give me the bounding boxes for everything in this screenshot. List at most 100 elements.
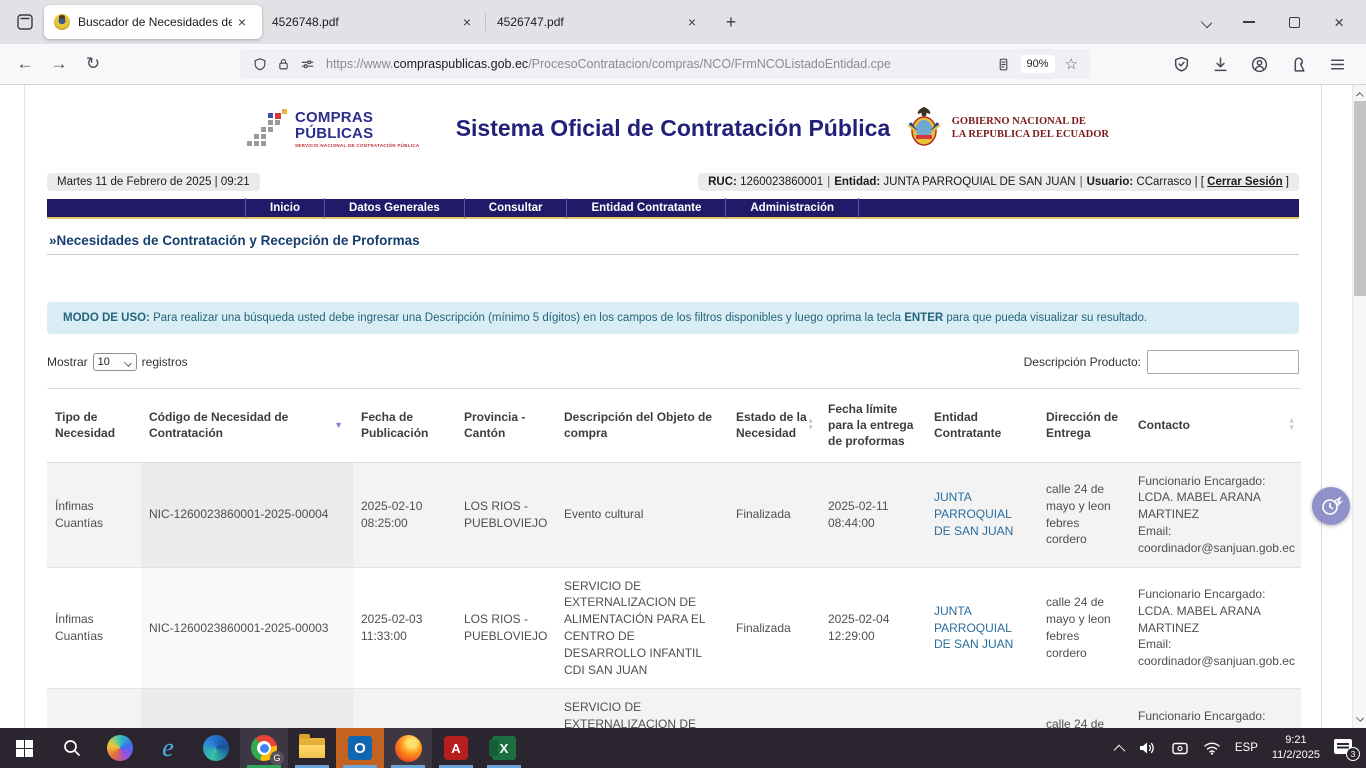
taskbar-excel-button[interactable]: X bbox=[480, 728, 528, 768]
col-header-estado[interactable]: Estado de la Necesidad▲▼ bbox=[728, 389, 820, 463]
new-tab-button[interactable]: + bbox=[716, 7, 746, 37]
tab-close-icon[interactable]: × bbox=[682, 12, 702, 32]
volume-icon[interactable] bbox=[1138, 740, 1157, 756]
cell-entidad: JUNTA PARROQUIAL DE SAN JUAN bbox=[926, 689, 1038, 728]
taskbar-acrobat-button[interactable]: A bbox=[432, 728, 480, 768]
logout-link[interactable]: Cerrar Sesión bbox=[1207, 176, 1282, 188]
start-button[interactable] bbox=[0, 728, 48, 768]
cell-estado: Finalizada bbox=[728, 567, 820, 689]
nav-item-consultar[interactable]: Consultar bbox=[464, 198, 567, 218]
nav-item-datos-generales[interactable]: Datos Generales bbox=[324, 198, 464, 218]
logo-tagline: SERVICIO NACIONAL DE CONTRATACIÓN PÚBLIC… bbox=[295, 143, 419, 148]
downloads-icon[interactable] bbox=[1212, 56, 1229, 73]
browser-tab-active[interactable]: Buscador de Necesidades de C × bbox=[44, 5, 262, 39]
show-label: Mostrar bbox=[47, 355, 88, 369]
nav-item-administracion[interactable]: Administración bbox=[725, 198, 859, 218]
tab-close-icon[interactable]: × bbox=[232, 12, 252, 32]
window-maximize-button[interactable] bbox=[1289, 17, 1300, 28]
url-bar[interactable]: https://www.compraspublicas.gob.ec/Proce… bbox=[240, 49, 1090, 79]
nav-item-entidad-contratante[interactable]: Entidad Contratante bbox=[566, 198, 725, 218]
page-scrollbar[interactable] bbox=[1352, 85, 1366, 728]
entidad-link[interactable]: JUNTA PARROQUIAL DE SAN JUAN bbox=[934, 726, 1013, 728]
col-header-provincia[interactable]: Provincia - Cantón bbox=[456, 389, 556, 463]
tray-show-hidden-icons-icon[interactable] bbox=[1113, 744, 1125, 756]
menu-hamburger-icon[interactable] bbox=[1329, 56, 1346, 73]
cell-direccion: calle 24 de mayo y leon febres cordero bbox=[1038, 689, 1130, 728]
records-per-page-select[interactable]: 10 bbox=[93, 353, 137, 371]
reload-button[interactable]: ↻ bbox=[78, 49, 108, 79]
page-viewport: COMPRAS PÚBLICAS SERVICIO NACIONAL DE CO… bbox=[0, 85, 1366, 728]
window-minimize-button[interactable] bbox=[1243, 21, 1255, 23]
forward-button[interactable]: → bbox=[44, 49, 74, 79]
reader-view-icon[interactable] bbox=[997, 57, 1010, 72]
cell-tipo: Ínfimas Cuantías bbox=[47, 462, 141, 567]
page-zoom-indicator[interactable]: 90% bbox=[1021, 55, 1055, 73]
col-header-descripcion[interactable]: Descripción del Objeto de compra bbox=[556, 389, 728, 463]
taskbar-file-explorer-button[interactable] bbox=[288, 728, 336, 768]
notification-center-button[interactable]: 3 bbox=[1334, 739, 1356, 757]
col-header-entidad[interactable]: Entidad Contratante bbox=[926, 389, 1038, 463]
browser-tab-pdf-2[interactable]: 4526747.pdf × bbox=[487, 5, 712, 39]
cell-codigo: NIC-1260023860001-2025-00003 bbox=[141, 567, 353, 689]
col-header-fecha-limite[interactable]: Fecha límite para la entrega de proforma… bbox=[820, 389, 926, 463]
list-all-tabs-icon[interactable] bbox=[1201, 16, 1213, 28]
cell-descripcion: SERVICIO DE EXTERNALIZACION DE ALIMENTAC… bbox=[556, 567, 728, 689]
copilot-icon bbox=[107, 735, 133, 761]
scrollbar-down-icon[interactable] bbox=[1353, 712, 1366, 726]
firefox-icon bbox=[395, 735, 422, 762]
system-tray: ESP 9:21 11/2/2025 3 bbox=[1115, 728, 1366, 768]
col-header-tipo[interactable]: Tipo de Necesidad bbox=[47, 389, 141, 463]
taskbar-firefox-button[interactable] bbox=[384, 728, 432, 768]
lock-icon[interactable] bbox=[277, 57, 290, 71]
meet-now-icon[interactable] bbox=[1171, 741, 1189, 756]
datetime-badge: Martes 11 de Febrero de 2025 | 09:21 bbox=[47, 173, 260, 191]
taskbar-edge-button[interactable] bbox=[192, 728, 240, 768]
col-header-codigo[interactable]: Código de Necesidad de Contratación▼ bbox=[141, 389, 353, 463]
firefox-view-button[interactable] bbox=[10, 7, 40, 37]
language-indicator[interactable]: ESP bbox=[1235, 742, 1258, 754]
file-explorer-icon bbox=[299, 738, 325, 758]
account-icon[interactable] bbox=[1251, 56, 1268, 73]
bookmark-star-icon[interactable]: ☆ bbox=[1065, 55, 1078, 73]
cell-contacto: Funcionario Encargado:LCDA. MABEL ARANA … bbox=[1130, 567, 1301, 689]
taskbar-clock[interactable]: 9:21 11/2/2025 bbox=[1272, 733, 1320, 763]
taskbar-internet-explorer-button[interactable]: e bbox=[144, 728, 192, 768]
col-header-direccion[interactable]: Dirección de Entrega bbox=[1038, 389, 1130, 463]
cell-direccion: calle 24 de mayo y leon febres cordero bbox=[1038, 567, 1130, 689]
table-row: Ínfimas Cuantías NIC-1260023860001-2025-… bbox=[47, 689, 1301, 728]
scrollbar-up-icon[interactable] bbox=[1353, 87, 1366, 101]
cell-contacto: Funcionario Encargado:LCDA. MABEL ARANA … bbox=[1130, 689, 1301, 728]
browser-tab-pdf-1[interactable]: 4526748.pdf × bbox=[262, 5, 487, 39]
permissions-icon[interactable] bbox=[300, 57, 315, 71]
extensions-icon[interactable] bbox=[1290, 56, 1307, 73]
sort-both-icon: ▲▼ bbox=[1288, 419, 1295, 432]
protections-shield-icon[interactable] bbox=[1173, 56, 1190, 73]
entidad-link[interactable]: JUNTA PARROQUIAL DE SAN JUAN bbox=[934, 490, 1013, 538]
cell-fecha-publicacion: 2025-02-03 11:33:00 bbox=[353, 567, 456, 689]
nav-item-inicio[interactable]: Inicio bbox=[245, 198, 324, 218]
scrollbar-thumb[interactable] bbox=[1354, 101, 1366, 296]
taskbar-search-button[interactable] bbox=[48, 728, 96, 768]
site-header: COMPRAS PÚBLICAS SERVICIO NACIONAL DE CO… bbox=[47, 85, 1299, 173]
product-description-input[interactable] bbox=[1147, 350, 1299, 374]
main-navigation: Inicio Datos Generales Consultar Entidad… bbox=[47, 199, 1299, 219]
browser-tab-bar: Buscador de Necesidades de C × 4526748.p… bbox=[0, 0, 1366, 44]
usage-instructions-box: MODO DE USO: Para realizar una búsqueda … bbox=[47, 302, 1299, 334]
toolbar-right-icons bbox=[1173, 56, 1356, 73]
window-close-button[interactable]: × bbox=[1334, 14, 1344, 31]
ecuador-coat-of-arms-icon bbox=[904, 105, 944, 151]
taskbar-copilot-button[interactable] bbox=[96, 728, 144, 768]
col-header-contacto[interactable]: Contacto▲▼ bbox=[1130, 389, 1301, 463]
taskbar-chrome-button[interactable]: G bbox=[240, 728, 288, 768]
taskbar-outlook-button[interactable]: O bbox=[336, 728, 384, 768]
entidad-link[interactable]: JUNTA PARROQUIAL DE SAN JUAN bbox=[934, 604, 1013, 652]
table-header-row: Tipo de Necesidad Código de Necesidad de… bbox=[47, 389, 1301, 463]
col-header-fecha-publicacion[interactable]: Fecha de Publicación bbox=[353, 389, 456, 463]
tab-close-icon[interactable]: × bbox=[457, 12, 477, 32]
window-controls: × bbox=[1243, 14, 1360, 31]
tab-title: Buscador de Necesidades de C bbox=[78, 15, 232, 29]
accessibility-widget-button[interactable] bbox=[1312, 487, 1350, 525]
back-button[interactable]: ← bbox=[10, 49, 40, 79]
tracking-protection-shield-icon[interactable] bbox=[253, 57, 267, 72]
wifi-icon[interactable] bbox=[1203, 741, 1221, 755]
